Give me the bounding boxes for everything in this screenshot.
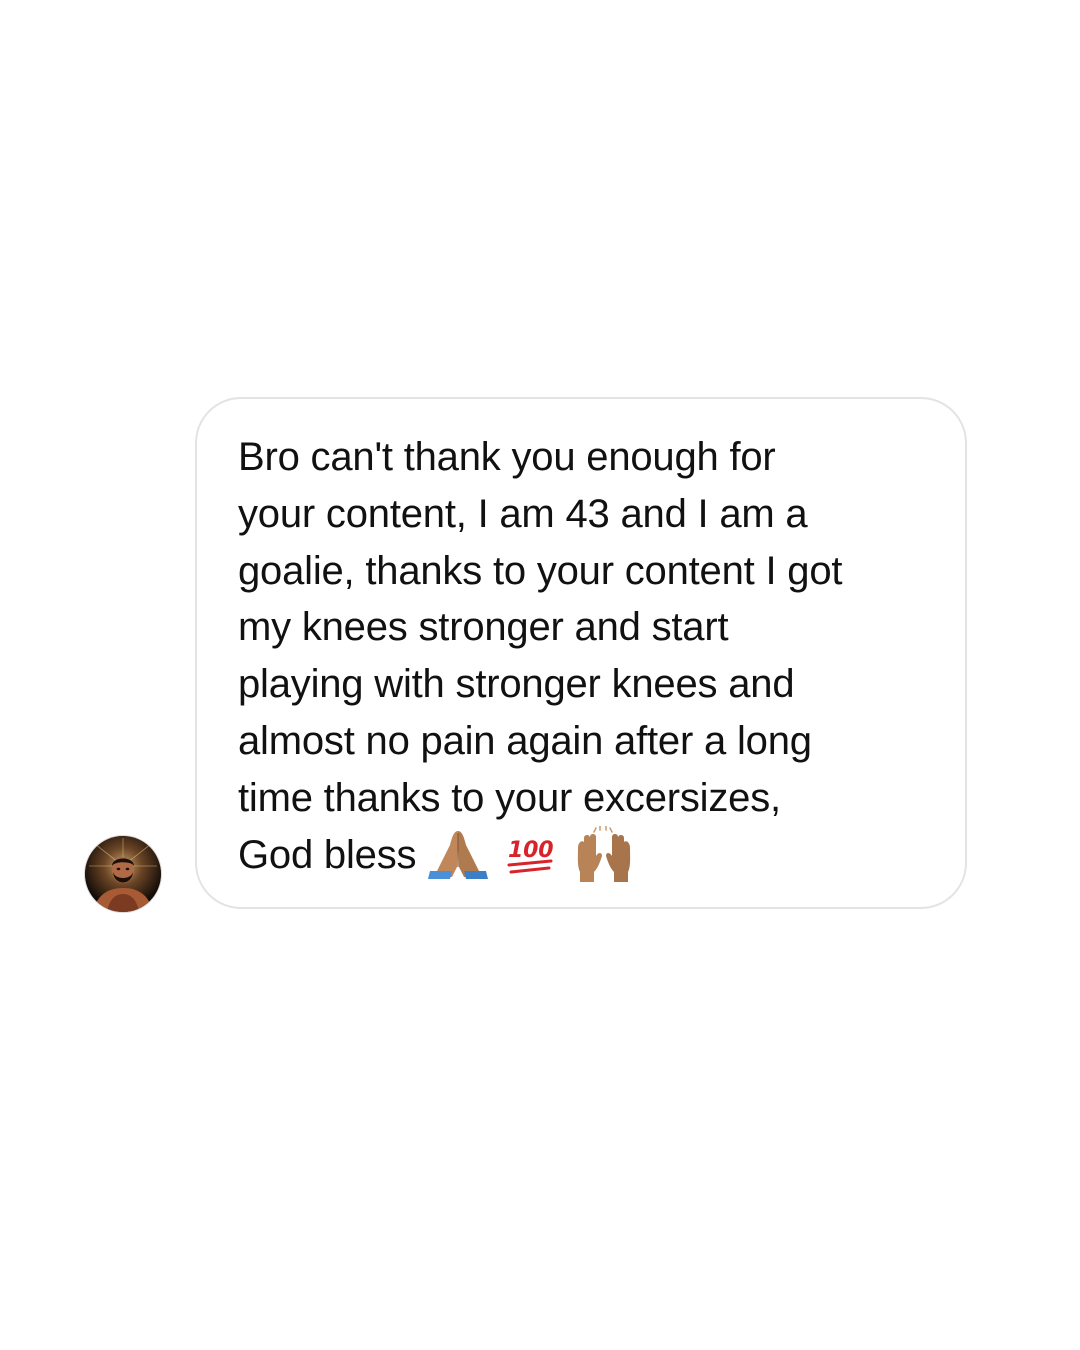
- message-bubble[interactable]: Bro can't thank you enough for your cont…: [195, 397, 967, 909]
- message-line: playing with stronger knees and: [238, 662, 795, 707]
- message-text: Bro can't thank you enough for your cont…: [238, 429, 927, 886]
- avatar[interactable]: [85, 836, 161, 912]
- message-line: your content, I am 43 and I am a: [238, 491, 808, 536]
- hundred-points-icon: 100: [505, 827, 555, 881]
- message-line: time thanks to your excersizes,: [238, 775, 781, 820]
- emoji-group: 100: [428, 824, 642, 883]
- message-line: my knees stronger and start: [238, 605, 729, 650]
- chat-thread: Bro can't thank you enough for your cont…: [0, 0, 1080, 1350]
- message-last-line: God bless 100: [238, 824, 927, 887]
- folded-hands-icon: [428, 827, 489, 881]
- message-line: God bless: [238, 832, 417, 877]
- message-line: Bro can't thank you enough for: [238, 435, 776, 479]
- raising-hands-icon: [572, 826, 636, 883]
- svg-text:100: 100: [508, 838, 553, 863]
- avatar-image: [85, 836, 161, 912]
- message-line: goalie, thanks to your content I got: [238, 548, 843, 593]
- message-line: almost no pain again after a long: [238, 718, 812, 763]
